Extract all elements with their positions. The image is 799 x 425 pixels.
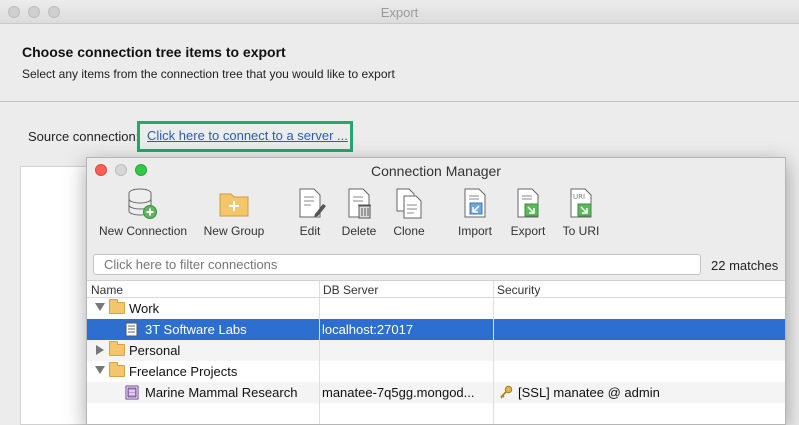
row-name: Personal	[129, 343, 181, 358]
tree-row-freelance-projects[interactable]: Freelance Projects	[87, 361, 785, 382]
window-title: Export	[380, 5, 419, 20]
tree-row-personal[interactable]: Personal	[87, 340, 785, 361]
export-titlebar: Export	[0, 0, 799, 24]
filter-connections-input[interactable]	[93, 254, 701, 275]
folder-icon	[109, 341, 125, 356]
source-connection-label: Source connection:	[28, 129, 140, 144]
connect-to-server-link[interactable]: Click here to connect to a server ...	[147, 128, 348, 143]
import-icon	[464, 188, 486, 218]
delete-button[interactable]: Delete	[337, 186, 381, 238]
row-name: Work	[129, 301, 160, 316]
svg-text:URI: URI	[573, 193, 585, 201]
edit-document-icon	[299, 188, 326, 218]
new-group-label: New Group	[203, 224, 265, 238]
import-button[interactable]: Import	[453, 186, 497, 238]
export-label: Export	[510, 224, 546, 238]
page-title: Choose connection tree items to export	[22, 44, 286, 60]
connection-manager-titlebar: Connection Manager	[87, 158, 785, 184]
export-button[interactable]: Export	[505, 186, 551, 238]
connection-manager-title: Connection Manager	[371, 163, 501, 179]
column-header-db-server[interactable]: DB Server	[319, 281, 493, 298]
matches-count: 22 matches	[711, 258, 779, 273]
toolbar: New Connection New Group Edit Delete Clo…	[87, 184, 785, 246]
row-name: Marine Mammal Research	[145, 385, 298, 400]
column-header-name[interactable]: Name	[87, 281, 319, 298]
export-header: Choose connection tree items to export S…	[0, 24, 799, 102]
uri-document-icon: URI	[570, 188, 592, 218]
clone-label: Clone	[393, 224, 425, 238]
row-db-server: localhost:27017	[322, 322, 414, 337]
folder-add-icon	[219, 193, 249, 217]
edit-button[interactable]: Edit	[290, 186, 330, 238]
row-name: Freelance Projects	[129, 364, 238, 379]
folder-icon	[109, 299, 125, 314]
export-icon	[517, 188, 539, 218]
row-db-server: manatee-7q5gg.mongod...	[322, 385, 475, 400]
tree-row-3t-software-labs[interactable]: 3T Software Labs localhost:27017	[87, 319, 785, 340]
tree-row-work[interactable]: Work	[87, 298, 785, 319]
edit-label: Edit	[299, 224, 321, 238]
database-add-icon	[128, 188, 157, 219]
new-group-button[interactable]: New Group	[201, 186, 267, 238]
delete-document-icon	[348, 188, 371, 219]
to-uri-label: To URI	[562, 224, 600, 238]
connection-icon	[125, 322, 138, 337]
connection-manager-window: Connection Manager New Connection New Gr…	[86, 157, 786, 425]
row-security: [SSL] manatee @ admin	[518, 385, 660, 400]
to-uri-button[interactable]: URI To URI	[559, 186, 603, 238]
column-divider	[493, 281, 494, 424]
row-name: 3T Software Labs	[145, 322, 247, 337]
import-label: Import	[457, 224, 492, 238]
delete-label: Delete	[341, 224, 377, 238]
folder-icon	[109, 362, 125, 377]
collapse-arrow-icon[interactable]	[96, 345, 104, 355]
clone-button[interactable]: Clone	[389, 186, 429, 238]
tree-row-empty	[87, 403, 785, 424]
key-icon	[500, 385, 513, 399]
tree-row-marine-mammal-research[interactable]: Marine Mammal Research manatee-7q5gg.mon…	[87, 382, 785, 403]
expand-arrow-icon[interactable]	[95, 366, 105, 374]
page-subtitle: Select any items from the connection tre…	[22, 67, 395, 81]
connection-tree: Name DB Server Security Work 3T Software…	[87, 280, 785, 424]
new-connection-label: New Connection	[99, 224, 188, 238]
connection-icon	[125, 385, 139, 400]
clone-document-icon	[396, 188, 422, 219]
column-header-security[interactable]: Security	[493, 281, 785, 298]
new-connection-button[interactable]: New Connection	[99, 186, 188, 238]
expand-arrow-icon[interactable]	[95, 303, 105, 311]
column-divider	[319, 281, 320, 424]
